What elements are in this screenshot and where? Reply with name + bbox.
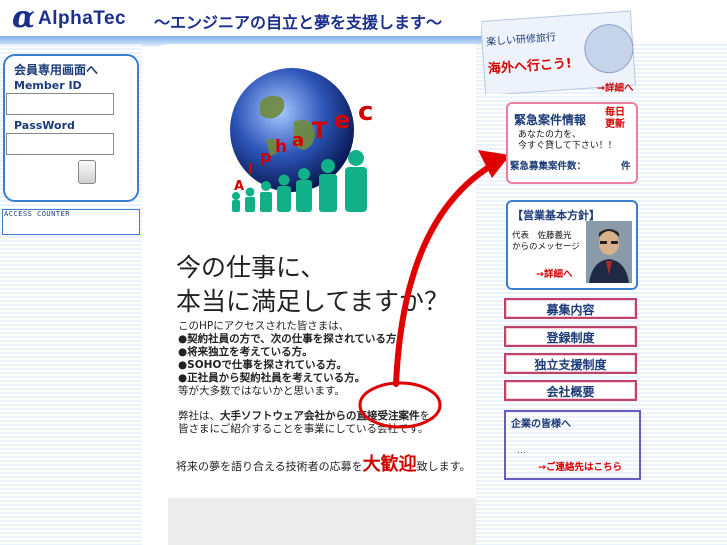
login-button[interactable] — [78, 160, 96, 184]
member-id-label: Member ID — [14, 79, 82, 92]
policy-message: からのメッセージ — [512, 242, 580, 252]
login-title: 会員専用画面へ — [14, 63, 99, 77]
globe-illustration: A l p h a T e c — [230, 68, 373, 212]
daily-line-1: 毎日 — [605, 107, 625, 118]
contact-title: 企業の皆様へ — [511, 419, 571, 430]
urgent-message-2: 今すぐ貸して下さい！！ — [518, 141, 617, 151]
nav-registration-button[interactable]: 登録制度 — [504, 326, 637, 347]
daily-line-2: 更新 — [605, 119, 625, 130]
welcome-prefix: 将来の夢を語り合える技術者の応募を — [176, 460, 363, 473]
logo-alpha-icon[interactable]: α — [12, 3, 35, 33]
globe-letter: A — [234, 179, 244, 194]
globe-letter: T — [312, 119, 327, 144]
daily-update-badge: 毎日 更新 — [601, 107, 629, 131]
main-bottom-band — [168, 498, 476, 545]
globe-letter: a — [292, 130, 304, 151]
nav-independence-support-button[interactable]: 独立支援制度 — [504, 353, 637, 374]
logo-text[interactable]: AlphaTec — [38, 8, 126, 30]
policy-detail-link[interactable]: →詳細へ — [536, 266, 572, 280]
bullet-item: ●SOHOで仕事を探されている方。 — [178, 359, 348, 371]
representative-photo — [586, 221, 632, 283]
welcome-suffix: 致します。 — [416, 460, 471, 473]
trip-detail-link[interactable]: →詳細へ — [597, 80, 633, 94]
welcome-line: 将来の夢を語り合える技術者の応募を大歓迎致します。 — [176, 450, 471, 476]
bullet-item: ●契約社員の方で、次の仕事を探されている方。 — [178, 333, 407, 345]
password-input[interactable] — [6, 133, 114, 155]
business-suffix: を、 — [419, 410, 441, 422]
nav-recruitment-button[interactable]: 募集内容 — [504, 298, 637, 319]
urgent-count-label: 緊急募集案件数： — [510, 161, 587, 172]
password-label: PassWord — [14, 119, 75, 132]
contact-ellipsis: … — [517, 446, 526, 456]
headline-line-2: 本当に満足してますか？ — [176, 287, 450, 316]
bullet-item: ●将来独立を考えている方。 — [178, 346, 313, 358]
globe-letter: c — [358, 97, 373, 127]
tagline: ～エンジニアの自立と夢を支援します～ — [154, 13, 443, 32]
headline-line-1: 今の仕事に、 — [176, 253, 326, 282]
urgent-count-unit: 件 — [621, 161, 631, 172]
member-id-input[interactable] — [6, 93, 114, 115]
globe-letter: p — [260, 147, 271, 166]
intro-text: このHPにアクセスされた皆さまは、 — [178, 320, 350, 332]
closing-text: 等が大多数ではないかと思います。 — [178, 385, 345, 397]
business-line-2: 皆さまにご紹介することを事業にしている会社です。 — [178, 423, 429, 435]
business-prefix: 弊社は、 — [178, 410, 220, 422]
globe-letter: e — [334, 106, 350, 134]
globe-letter: l — [248, 162, 253, 178]
urgent-title: 緊急案件情報 — [514, 113, 587, 127]
welcome-emphasis: 大歓迎 — [362, 454, 417, 475]
business-highlight: 大手ソフトウェア会社からの直接受注案件 — [220, 410, 420, 422]
globe-letter: h — [275, 137, 287, 157]
contact-link[interactable]: →ご連絡先はこちら — [538, 459, 622, 473]
access-counter-label: ACCESS COUNTER — [4, 210, 71, 218]
bullet-item: ●正社員から契約社員を考えている方。 — [178, 372, 366, 384]
business-line-1: 弊社は、大手ソフトウェア会社からの直接受注案件を、 — [178, 410, 441, 423]
nav-company-profile-button[interactable]: 会社概要 — [504, 380, 637, 401]
